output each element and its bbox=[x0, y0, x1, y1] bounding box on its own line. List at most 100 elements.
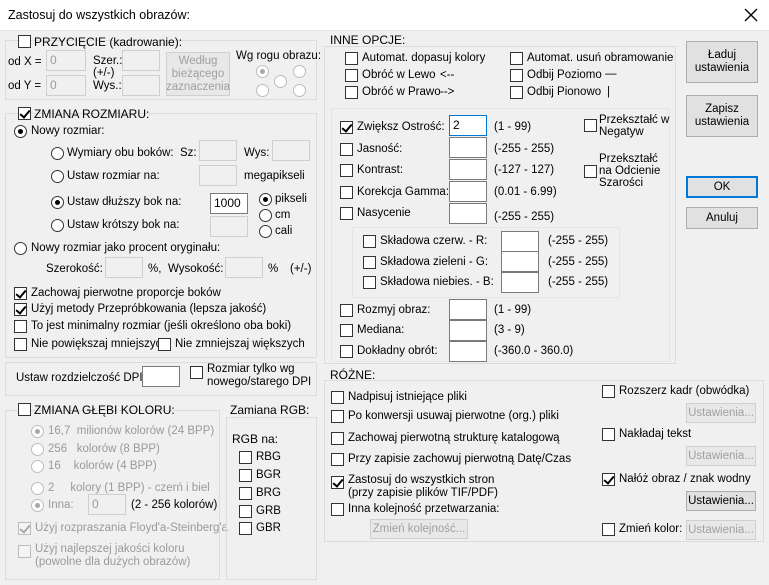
keep-ratio-checkbox[interactable] bbox=[14, 287, 27, 300]
dpi-input[interactable] bbox=[142, 366, 180, 387]
exact-rotate-checkbox[interactable] bbox=[340, 345, 353, 358]
no-enlarge-checkbox[interactable] bbox=[14, 338, 27, 351]
depth-other-input[interactable]: 0 bbox=[88, 494, 126, 515]
blue-checkbox[interactable] bbox=[363, 276, 376, 289]
contrast-checkbox[interactable] bbox=[340, 164, 353, 177]
depth-8bpp-radio[interactable] bbox=[31, 443, 44, 456]
rotate-right-checkbox[interactable] bbox=[345, 86, 358, 99]
green-checkbox[interactable] bbox=[363, 256, 376, 269]
load-settings-button[interactable]: Ładuj ustawienia bbox=[686, 41, 758, 83]
crop-from-selection-button[interactable]: Według bieżącego zaznaczenia bbox=[166, 52, 230, 96]
depth-1bpp-radio[interactable] bbox=[31, 482, 44, 495]
unit-inch-radio[interactable] bbox=[259, 225, 272, 238]
corner-bottom-left-radio[interactable] bbox=[256, 84, 269, 97]
blue-input[interactable] bbox=[501, 272, 539, 293]
megapixels-input[interactable] bbox=[199, 165, 237, 186]
crop-y-input[interactable]: 0 bbox=[46, 75, 86, 96]
floyd-checkbox[interactable] bbox=[18, 522, 31, 535]
text-checkbox[interactable] bbox=[602, 428, 615, 441]
sharpen-input[interactable]: 2 bbox=[449, 115, 487, 136]
crop-height-input[interactable] bbox=[122, 75, 160, 96]
grayscale-checkbox[interactable] bbox=[584, 165, 597, 178]
rgb-option-bgr-checkbox[interactable] bbox=[239, 469, 252, 482]
gamma-checkbox[interactable] bbox=[340, 186, 353, 199]
saturation-input[interactable] bbox=[449, 203, 487, 224]
auto-border-checkbox[interactable] bbox=[510, 52, 523, 65]
keep-date-checkbox[interactable] bbox=[331, 453, 344, 466]
percent-height-input[interactable] bbox=[225, 257, 263, 278]
sharpen-checkbox[interactable] bbox=[340, 121, 353, 134]
brightness-checkbox[interactable] bbox=[340, 143, 353, 156]
crop-width-input[interactable] bbox=[122, 50, 160, 71]
brightness-input[interactable] bbox=[449, 137, 487, 158]
change-color-settings-button[interactable]: Ustawienia... bbox=[686, 520, 756, 540]
rgb-option-grb-label: GRB bbox=[256, 505, 281, 517]
percent-radio[interactable] bbox=[14, 242, 27, 255]
megapixels-radio[interactable] bbox=[51, 170, 64, 183]
rgb-option-grb-checkbox[interactable] bbox=[239, 505, 252, 518]
best-quality-checkbox[interactable] bbox=[18, 545, 31, 558]
watermark-settings-button[interactable]: Ustawienia... bbox=[686, 491, 756, 511]
rgb-option-rbg-checkbox[interactable] bbox=[239, 451, 252, 464]
close-icon[interactable] bbox=[742, 6, 760, 24]
longer-side-input[interactable]: 1000 bbox=[210, 193, 248, 214]
dpi-only-checkbox[interactable] bbox=[190, 366, 203, 379]
both-width-input[interactable] bbox=[199, 140, 237, 161]
green-input[interactable] bbox=[501, 251, 539, 272]
unit-pixels-radio[interactable] bbox=[259, 193, 272, 206]
red-input[interactable] bbox=[501, 231, 539, 252]
new-size-radio[interactable] bbox=[14, 125, 27, 138]
red-checkbox[interactable] bbox=[363, 235, 376, 248]
flip-vertical-checkbox[interactable] bbox=[510, 86, 523, 99]
watermark-checkbox[interactable] bbox=[602, 473, 615, 486]
blur-input[interactable] bbox=[449, 299, 487, 320]
crop-x-input[interactable]: 0 bbox=[46, 50, 86, 71]
all-pages-checkbox[interactable] bbox=[331, 476, 344, 489]
depth-other-radio[interactable] bbox=[31, 499, 44, 512]
ok-button[interactable]: OK bbox=[686, 176, 758, 198]
depth-24bpp-radio[interactable] bbox=[31, 425, 44, 438]
negative-checkbox[interactable] bbox=[584, 119, 597, 132]
canvas-settings-button[interactable]: Ustawienia... bbox=[686, 403, 756, 423]
contrast-input[interactable] bbox=[449, 159, 487, 180]
median-checkbox[interactable] bbox=[340, 324, 353, 337]
depth-4bpp-radio[interactable] bbox=[31, 460, 44, 473]
percent-width-input[interactable] bbox=[105, 257, 143, 278]
corner-top-right-radio[interactable] bbox=[293, 65, 306, 78]
save-settings-button[interactable]: Zapisz ustawienia bbox=[686, 95, 758, 137]
resample-checkbox[interactable] bbox=[14, 303, 27, 316]
min-size-checkbox[interactable] bbox=[14, 320, 27, 333]
change-order-button[interactable]: Zmień kolejność... bbox=[370, 519, 468, 539]
resize-checkbox[interactable] bbox=[18, 107, 31, 120]
exact-rotate-input[interactable] bbox=[449, 341, 487, 362]
both-sides-radio[interactable] bbox=[51, 147, 64, 160]
crop-checkbox[interactable] bbox=[18, 35, 31, 48]
rgb-option-gbr-checkbox[interactable] bbox=[239, 522, 252, 535]
rgb-option-brg-checkbox[interactable] bbox=[239, 487, 252, 500]
longer-side-radio[interactable] bbox=[51, 196, 64, 209]
delete-original-checkbox[interactable] bbox=[331, 410, 344, 423]
cancel-button[interactable]: Anuluj bbox=[686, 207, 758, 229]
blur-checkbox[interactable] bbox=[340, 304, 353, 317]
both-height-input[interactable] bbox=[272, 140, 310, 161]
keep-directories-checkbox[interactable] bbox=[331, 432, 344, 445]
unit-cm-radio[interactable] bbox=[259, 209, 272, 222]
flip-horizontal-checkbox[interactable] bbox=[510, 69, 523, 82]
overwrite-checkbox[interactable] bbox=[331, 391, 344, 404]
gamma-input[interactable] bbox=[449, 181, 487, 202]
shorter-side-input[interactable] bbox=[210, 216, 248, 237]
corner-top-left-radio[interactable] bbox=[256, 65, 269, 78]
canvas-checkbox[interactable] bbox=[602, 385, 615, 398]
corner-center-radio[interactable] bbox=[274, 75, 287, 88]
rotate-left-checkbox[interactable] bbox=[345, 69, 358, 82]
saturation-checkbox[interactable] bbox=[340, 207, 353, 220]
median-input[interactable] bbox=[449, 320, 487, 341]
shorter-side-radio[interactable] bbox=[51, 219, 64, 232]
change-color-checkbox[interactable] bbox=[602, 523, 615, 536]
no-shrink-checkbox[interactable] bbox=[158, 338, 171, 351]
corner-bottom-right-radio[interactable] bbox=[293, 84, 306, 97]
order-checkbox[interactable] bbox=[331, 503, 344, 516]
text-settings-button[interactable]: Ustawienia... bbox=[686, 446, 756, 466]
auto-colors-checkbox[interactable] bbox=[345, 52, 358, 65]
depth-checkbox[interactable] bbox=[18, 403, 31, 416]
